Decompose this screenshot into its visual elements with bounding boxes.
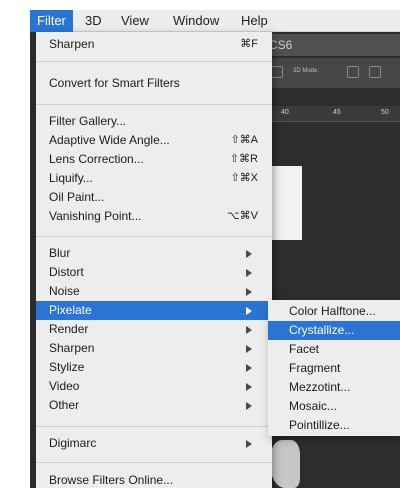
menu-item-label: Lens Correction... <box>49 152 144 166</box>
menu-item-label: Digimarc <box>49 436 97 450</box>
menu-item-label: Convert for Smart Filters <box>49 76 180 90</box>
menu-item-label: Adaptive Wide Angle... <box>49 133 170 147</box>
menu-help[interactable]: Help <box>234 10 275 32</box>
menu-item-noise[interactable]: Noise <box>36 282 272 301</box>
document-tab-title: CS6 <box>269 38 293 52</box>
submenu-arrow-icon <box>246 440 252 448</box>
submenu-arrow-icon <box>246 326 252 334</box>
submenu-arrow-icon <box>246 269 252 277</box>
submenu-arrow-icon <box>246 364 252 372</box>
menu-item-label: Render <box>49 322 89 336</box>
menu-item-last-filter[interactable]: Sharpen ⌘F <box>36 35 272 54</box>
menu-item-render[interactable]: Render <box>36 320 272 339</box>
menu-item-liquify[interactable]: Liquify... ⇧⌘X <box>36 169 272 188</box>
menu-item-label: Oil Paint... <box>49 190 105 204</box>
submenu-item-label: Facet <box>289 342 320 356</box>
menu-3d[interactable]: 3D <box>78 10 109 32</box>
ruler-number: 40 <box>281 109 289 116</box>
submenu-item-mezzotint[interactable]: Mezzotint... <box>268 378 400 397</box>
3d-mode-icon[interactable] <box>271 66 283 78</box>
ruler-number: 50 <box>381 109 389 116</box>
submenu-item-mosaic[interactable]: Mosaic... <box>268 397 400 416</box>
pixelate-submenu: Color Halftone... Crystallize... Facet F… <box>268 300 400 436</box>
submenu-arrow-icon <box>246 250 252 258</box>
submenu-item-crystallize[interactable]: Crystallize... <box>268 321 400 340</box>
menu-window[interactable]: Window <box>166 10 226 32</box>
menu-item-distort[interactable]: Distort <box>36 263 272 282</box>
menu-item-label: Video <box>49 379 80 393</box>
menu-item-label: Noise <box>49 284 80 298</box>
submenu-item-color-halftone[interactable]: Color Halftone... <box>268 302 400 321</box>
submenu-arrow-icon <box>246 288 252 296</box>
menu-item-pixelate[interactable]: Pixelate <box>36 301 272 320</box>
menu-item-label: Liquify... <box>49 171 93 185</box>
menu-item-blur[interactable]: Blur <box>36 244 272 263</box>
document-tab[interactable]: CS6 <box>265 34 400 56</box>
menu-item-other[interactable]: Other <box>36 396 272 415</box>
menu-view[interactable]: View <box>114 10 156 32</box>
ruler-number: 45 <box>333 109 341 116</box>
submenu-item-label: Color Halftone... <box>289 304 376 318</box>
menu-item-lens-correction[interactable]: Lens Correction... ⇧⌘R <box>36 150 272 169</box>
menu-item-label: Other <box>49 398 80 412</box>
menu-item-video[interactable]: Video <box>36 377 272 396</box>
options-bar: 3D Mode: <box>265 58 400 88</box>
menu-item-label: Browse Filters Online... <box>49 473 174 487</box>
menu-item-label: Stylize <box>49 360 85 374</box>
menu-item-label: Sharpen <box>49 37 95 51</box>
submenu-item-label: Mosaic... <box>289 399 338 413</box>
submenu-item-label: Mezzotint... <box>289 380 351 394</box>
canvas-image-fragment <box>270 440 300 488</box>
menu-item-label: Vanishing Point... <box>49 209 142 223</box>
menu-item-stylize[interactable]: Stylize <box>36 358 272 377</box>
menu-item-vanishing-point[interactable]: Vanishing Point... ⌥⌘V <box>36 207 272 226</box>
menu-separator <box>36 426 272 427</box>
menu-item-shortcut: ⌘F <box>240 38 258 50</box>
submenu-item-label: Fragment <box>289 361 341 375</box>
submenu-item-label: Pointillize... <box>289 418 350 432</box>
submenu-arrow-icon <box>246 383 252 391</box>
menu-item-shortcut: ⇧⌘A <box>230 134 258 146</box>
menu-item-adaptive-wide-angle[interactable]: Adaptive Wide Angle... ⇧⌘A <box>36 131 272 150</box>
screen: CS6 3D Mode: 40 45 50 Filter 3D View Win… <box>0 0 400 488</box>
submenu-item-fragment[interactable]: Fragment <box>268 359 400 378</box>
submenu-arrow-icon <box>246 402 252 410</box>
submenu-arrow-icon <box>246 345 252 353</box>
menu-item-browse-filters-online[interactable]: Browse Filters Online... <box>36 471 272 488</box>
submenu-item-pointillize[interactable]: Pointillize... <box>268 416 400 435</box>
submenu-item-facet[interactable]: Facet <box>268 340 400 359</box>
menu-item-sharpen[interactable]: Sharpen <box>36 339 272 358</box>
menu-item-digimarc[interactable]: Digimarc <box>36 434 272 453</box>
menu-bar: Filter 3D View Window Help <box>30 10 400 32</box>
menu-separator <box>36 236 272 237</box>
menu-item-convert-smart-filters[interactable]: Convert for Smart Filters <box>36 74 272 93</box>
menu-item-label: Blur <box>49 246 71 260</box>
submenu-item-label: Crystallize... <box>289 323 355 337</box>
menu-item-shortcut: ⌥⌘V <box>226 210 258 222</box>
horizontal-ruler: 40 45 50 <box>265 106 400 122</box>
menu-separator <box>36 104 272 105</box>
menu-item-filter-gallery[interactable]: Filter Gallery... <box>36 112 272 131</box>
menu-item-label: Pixelate <box>49 303 92 317</box>
menu-item-label: Distort <box>49 265 84 279</box>
filter-menu: Sharpen ⌘F Convert for Smart Filters Fil… <box>36 32 272 488</box>
menu-item-shortcut: ⇧⌘X <box>230 172 258 184</box>
menu-item-oil-paint[interactable]: Oil Paint... <box>36 188 272 207</box>
menu-filter[interactable]: Filter <box>30 10 73 32</box>
submenu-arrow-icon <box>246 307 252 315</box>
3d-mode-label: 3D Mode: <box>293 68 320 74</box>
rotate-3d-icon[interactable] <box>347 66 359 78</box>
menu-item-label: Sharpen <box>49 341 95 355</box>
menu-item-label: Filter Gallery... <box>49 114 127 128</box>
menu-separator <box>36 61 272 62</box>
menu-separator <box>36 462 272 463</box>
pan-3d-icon[interactable] <box>369 66 381 78</box>
menu-item-shortcut: ⇧⌘R <box>229 153 258 165</box>
